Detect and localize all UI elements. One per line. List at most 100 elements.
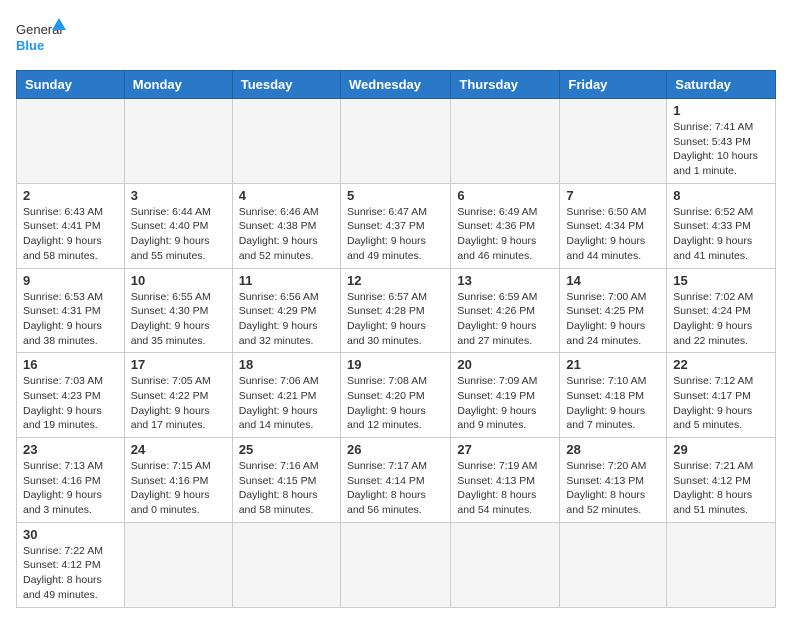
day-number: 18	[239, 357, 334, 372]
day-info: Sunrise: 7:13 AMSunset: 4:16 PMDaylight:…	[23, 459, 118, 518]
calendar-day-cell	[340, 522, 450, 607]
calendar-day-cell: 10 Sunrise: 6:55 AMSunset: 4:30 PMDayligh…	[124, 268, 232, 353]
calendar-day-cell	[560, 99, 667, 184]
day-number: 8	[673, 188, 769, 203]
calendar-day-cell: 17 Sunrise: 7:05 AMSunset: 4:22 PMDayligh…	[124, 353, 232, 438]
calendar-day-cell: 28 Sunrise: 7:20 AMSunset: 4:13 PMDayligh…	[560, 438, 667, 523]
day-info: Sunrise: 6:49 AMSunset: 4:36 PMDaylight:…	[457, 205, 553, 264]
day-number: 9	[23, 273, 118, 288]
calendar-week-row: 16 Sunrise: 7:03 AMSunset: 4:23 PMDayligh…	[17, 353, 776, 438]
day-info: Sunrise: 7:06 AMSunset: 4:21 PMDaylight:…	[239, 374, 334, 433]
calendar-day-cell	[560, 522, 667, 607]
calendar-day-cell: 13 Sunrise: 6:59 AMSunset: 4:26 PMDayligh…	[451, 268, 560, 353]
generalblue-logo-icon: General Blue	[16, 16, 66, 58]
weekday-header-friday: Friday	[560, 71, 667, 99]
calendar-day-cell: 3Sunrise: 6:44 AMSunset: 4:40 PMDaylight…	[124, 183, 232, 268]
day-info: Sunrise: 7:41 AMSunset: 5:43 PMDaylight:…	[673, 120, 769, 179]
calendar-day-cell: 18 Sunrise: 7:06 AMSunset: 4:21 PMDayligh…	[232, 353, 340, 438]
calendar-day-cell: 11 Sunrise: 6:56 AMSunset: 4:29 PMDayligh…	[232, 268, 340, 353]
calendar-day-cell: 7 Sunrise: 6:50 AMSunset: 4:34 PMDaylight…	[560, 183, 667, 268]
day-info: Sunrise: 7:03 AMSunset: 4:23 PMDaylight:…	[23, 374, 118, 433]
day-number: 4	[239, 188, 334, 203]
calendar-day-cell: 22Sunrise: 7:12 AMSunset: 4:17 PMDayligh…	[667, 353, 776, 438]
day-number: 15	[673, 273, 769, 288]
calendar-day-cell	[124, 99, 232, 184]
weekday-header-tuesday: Tuesday	[232, 71, 340, 99]
calendar-day-cell: 27 Sunrise: 7:19 AMSunset: 4:13 PMDayligh…	[451, 438, 560, 523]
calendar-day-cell	[232, 522, 340, 607]
calendar-day-cell: 29 Sunrise: 7:21 AMSunset: 4:12 PMDayligh…	[667, 438, 776, 523]
calendar-day-cell: 23 Sunrise: 7:13 AMSunset: 4:16 PMDayligh…	[17, 438, 125, 523]
day-number: 5	[347, 188, 444, 203]
day-number: 30	[23, 527, 118, 542]
day-number: 21	[566, 357, 660, 372]
calendar-day-cell	[17, 99, 125, 184]
day-info: Sunrise: 6:53 AMSunset: 4:31 PMDaylight:…	[23, 290, 118, 349]
day-info: Sunrise: 7:05 AMSunset: 4:22 PMDaylight:…	[131, 374, 226, 433]
calendar-day-cell: 24 Sunrise: 7:15 AMSunset: 4:16 PMDayligh…	[124, 438, 232, 523]
calendar-week-row: 23 Sunrise: 7:13 AMSunset: 4:16 PMDayligh…	[17, 438, 776, 523]
day-info: Sunrise: 6:43 AMSunset: 4:41 PMDaylight:…	[23, 205, 118, 264]
day-number: 6	[457, 188, 553, 203]
calendar-day-cell: 9 Sunrise: 6:53 AMSunset: 4:31 PMDaylight…	[17, 268, 125, 353]
calendar-day-cell: 15 Sunrise: 7:02 AMSunset: 4:24 PMDayligh…	[667, 268, 776, 353]
day-number: 17	[131, 357, 226, 372]
calendar-day-cell	[340, 99, 450, 184]
calendar-day-cell	[124, 522, 232, 607]
calendar-week-row: 1 Sunrise: 7:41 AMSunset: 5:43 PMDaylight…	[17, 99, 776, 184]
weekday-header-sunday: Sunday	[17, 71, 125, 99]
day-number: 29	[673, 442, 769, 457]
day-info: Sunrise: 7:21 AMSunset: 4:12 PMDaylight:…	[673, 459, 769, 518]
calendar-day-cell	[232, 99, 340, 184]
calendar-day-cell	[451, 522, 560, 607]
weekday-header-wednesday: Wednesday	[340, 71, 450, 99]
day-info: Sunrise: 7:15 AMSunset: 4:16 PMDaylight:…	[131, 459, 226, 518]
day-number: 2	[23, 188, 118, 203]
day-info: Sunrise: 7:02 AMSunset: 4:24 PMDaylight:…	[673, 290, 769, 349]
day-number: 7	[566, 188, 660, 203]
calendar-day-cell	[451, 99, 560, 184]
day-info: Sunrise: 7:22 AMSunset: 4:12 PMDaylight:…	[23, 544, 118, 603]
calendar-day-cell: 4Sunrise: 6:46 AMSunset: 4:38 PMDaylight…	[232, 183, 340, 268]
day-info: Sunrise: 7:20 AMSunset: 4:13 PMDaylight:…	[566, 459, 660, 518]
day-number: 28	[566, 442, 660, 457]
calendar-day-cell: 6 Sunrise: 6:49 AMSunset: 4:36 PMDaylight…	[451, 183, 560, 268]
calendar-day-cell	[667, 522, 776, 607]
day-number: 10	[131, 273, 226, 288]
calendar-day-cell: 5 Sunrise: 6:47 AMSunset: 4:37 PMDaylight…	[340, 183, 450, 268]
calendar-day-cell: 26 Sunrise: 7:17 AMSunset: 4:14 PMDayligh…	[340, 438, 450, 523]
day-number: 23	[23, 442, 118, 457]
day-info: Sunrise: 6:47 AMSunset: 4:37 PMDaylight:…	[347, 205, 444, 264]
day-info: Sunrise: 6:59 AMSunset: 4:26 PMDaylight:…	[457, 290, 553, 349]
day-info: Sunrise: 6:55 AMSunset: 4:30 PMDaylight:…	[131, 290, 226, 349]
calendar-day-cell: 19Sunrise: 7:08 AMSunset: 4:20 PMDayligh…	[340, 353, 450, 438]
day-info: Sunrise: 7:08 AMSunset: 4:20 PMDaylight:…	[347, 374, 444, 433]
calendar-week-row: 30 Sunrise: 7:22 AMSunset: 4:12 PMDayligh…	[17, 522, 776, 607]
day-number: 13	[457, 273, 553, 288]
day-number: 24	[131, 442, 226, 457]
day-number: 25	[239, 442, 334, 457]
day-number: 12	[347, 273, 444, 288]
day-info: Sunrise: 6:56 AMSunset: 4:29 PMDaylight:…	[239, 290, 334, 349]
day-info: Sunrise: 7:17 AMSunset: 4:14 PMDaylight:…	[347, 459, 444, 518]
svg-text:Blue: Blue	[16, 38, 44, 53]
day-number: 20	[457, 357, 553, 372]
day-number: 1	[673, 103, 769, 118]
logo: General Blue	[16, 16, 66, 58]
weekday-header-monday: Monday	[124, 71, 232, 99]
day-info: Sunrise: 7:19 AMSunset: 4:13 PMDaylight:…	[457, 459, 553, 518]
day-number: 3	[131, 188, 226, 203]
calendar-day-cell: 8 Sunrise: 6:52 AMSunset: 4:33 PMDaylight…	[667, 183, 776, 268]
calendar-day-cell: 21 Sunrise: 7:10 AMSunset: 4:18 PMDayligh…	[560, 353, 667, 438]
day-number: 27	[457, 442, 553, 457]
day-info: Sunrise: 7:10 AMSunset: 4:18 PMDaylight:…	[566, 374, 660, 433]
day-info: Sunrise: 7:16 AMSunset: 4:15 PMDaylight:…	[239, 459, 334, 518]
calendar-day-cell: 2 Sunrise: 6:43 AMSunset: 4:41 PMDaylight…	[17, 183, 125, 268]
day-info: Sunrise: 7:09 AMSunset: 4:19 PMDaylight:…	[457, 374, 553, 433]
day-info: Sunrise: 6:50 AMSunset: 4:34 PMDaylight:…	[566, 205, 660, 264]
weekday-header-saturday: Saturday	[667, 71, 776, 99]
day-number: 16	[23, 357, 118, 372]
day-number: 26	[347, 442, 444, 457]
day-number: 11	[239, 273, 334, 288]
day-info: Sunrise: 6:52 AMSunset: 4:33 PMDaylight:…	[673, 205, 769, 264]
